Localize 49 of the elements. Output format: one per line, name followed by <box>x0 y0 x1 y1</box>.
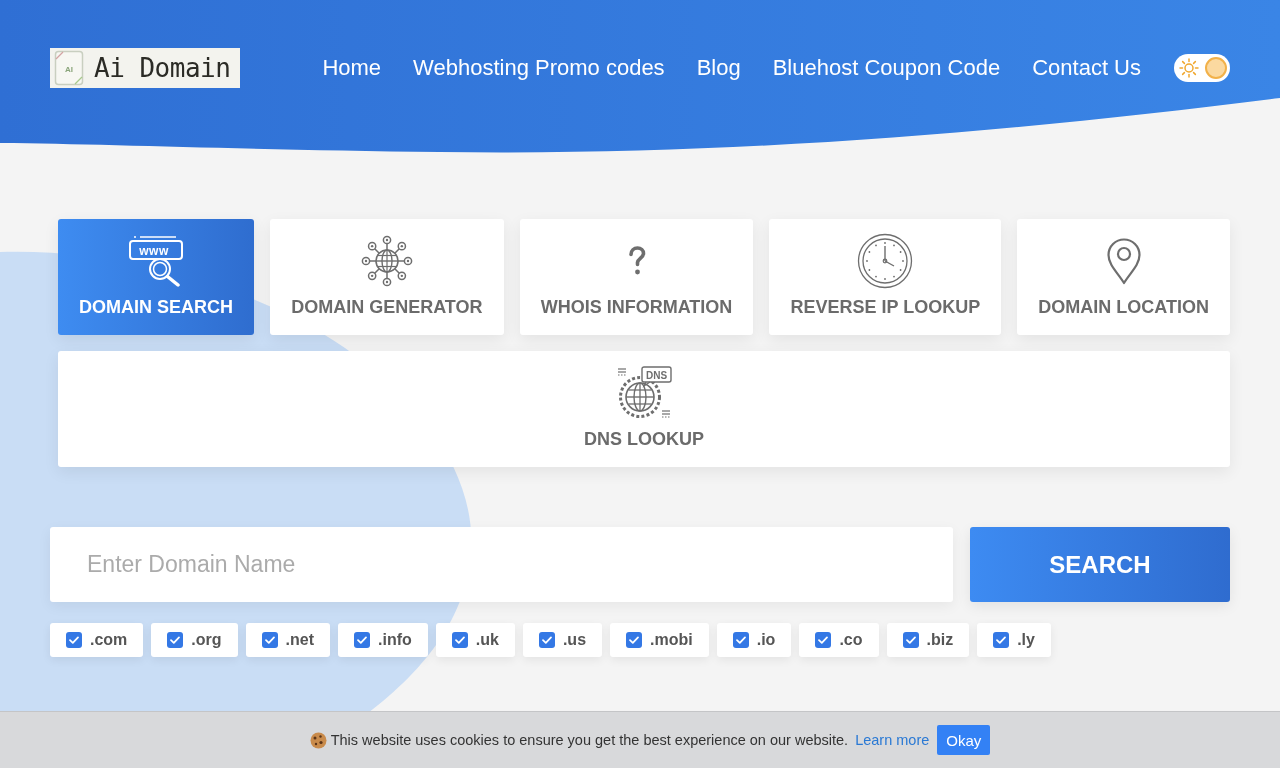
tool-tab[interactable]: DOMAIN GENERATOR <box>270 219 504 335</box>
nav-link[interactable]: Bluehost Coupon Code <box>772 55 1001 81</box>
checkbox[interactable] <box>732 632 749 648</box>
checkbox[interactable] <box>261 632 278 648</box>
checkbox[interactable] <box>451 632 468 648</box>
extension-option[interactable]: .org <box>151 623 238 657</box>
tool-tab[interactable]: DOMAIN LOCATION <box>1017 219 1230 335</box>
logo-document-icon: AI <box>54 50 84 86</box>
extension-option[interactable]: .uk <box>435 623 515 657</box>
tool-tab[interactable]: www DOMAIN SEARCH <box>58 219 255 335</box>
logo-text: Ai Domain <box>94 53 231 83</box>
checkbox[interactable] <box>538 632 555 648</box>
okay-button[interactable]: Okay <box>937 725 991 755</box>
sun-icon <box>1179 58 1199 78</box>
theme-toggle[interactable] <box>1174 54 1230 82</box>
extension-option[interactable]: .net <box>245 623 330 657</box>
tool-tab[interactable]: DNS DNS LOOKUP <box>58 351 1230 467</box>
globe-network-icon <box>360 235 413 287</box>
extension-option[interactable]: .ly <box>977 623 1051 657</box>
clock-icon <box>857 233 914 289</box>
checkbox[interactable] <box>167 632 184 648</box>
extension-option[interactable]: .biz <box>886 623 970 657</box>
checkbox[interactable] <box>626 632 643 648</box>
checkbox[interactable] <box>993 632 1010 648</box>
search-button[interactable]: SEARCH <box>970 527 1230 602</box>
logo[interactable]: AI Ai Domain <box>50 48 240 88</box>
cookie-icon <box>309 731 327 749</box>
nav-link[interactable]: Home <box>322 55 382 81</box>
extension-option[interactable]: .co <box>799 623 879 657</box>
toggle-knob[interactable] <box>1205 57 1227 79</box>
question-mark-icon <box>627 246 646 276</box>
extension-option[interactable]: .io <box>716 623 792 657</box>
checkbox[interactable] <box>66 632 82 648</box>
learn-more-link[interactable]: Learn more <box>855 732 930 748</box>
checkbox[interactable] <box>354 632 370 648</box>
checkbox[interactable] <box>815 632 832 648</box>
extension-option[interactable]: .us <box>522 623 603 657</box>
extension-option[interactable]: .info <box>338 623 428 657</box>
extension-option[interactable]: .com <box>50 623 144 657</box>
nav-link[interactable]: Blog <box>696 55 741 81</box>
tool-tab[interactable]: WHOIS INFORMATION <box>519 219 754 335</box>
nav-link[interactable]: Contact Us <box>1032 55 1141 81</box>
checkbox[interactable] <box>902 632 919 648</box>
extension-option[interactable]: .mobi <box>610 623 709 657</box>
map-pin-icon <box>1105 237 1142 285</box>
cookie-message: This website uses cookies to ensure you get the best experience on our website. <box>330 732 849 748</box>
tool-tab[interactable]: REVERSE IP LOOKUP <box>769 219 1002 335</box>
nav-link[interactable]: Webhosting Promo codes <box>413 55 665 81</box>
domain-input[interactable]: Enter Domain Name <box>50 527 953 602</box>
